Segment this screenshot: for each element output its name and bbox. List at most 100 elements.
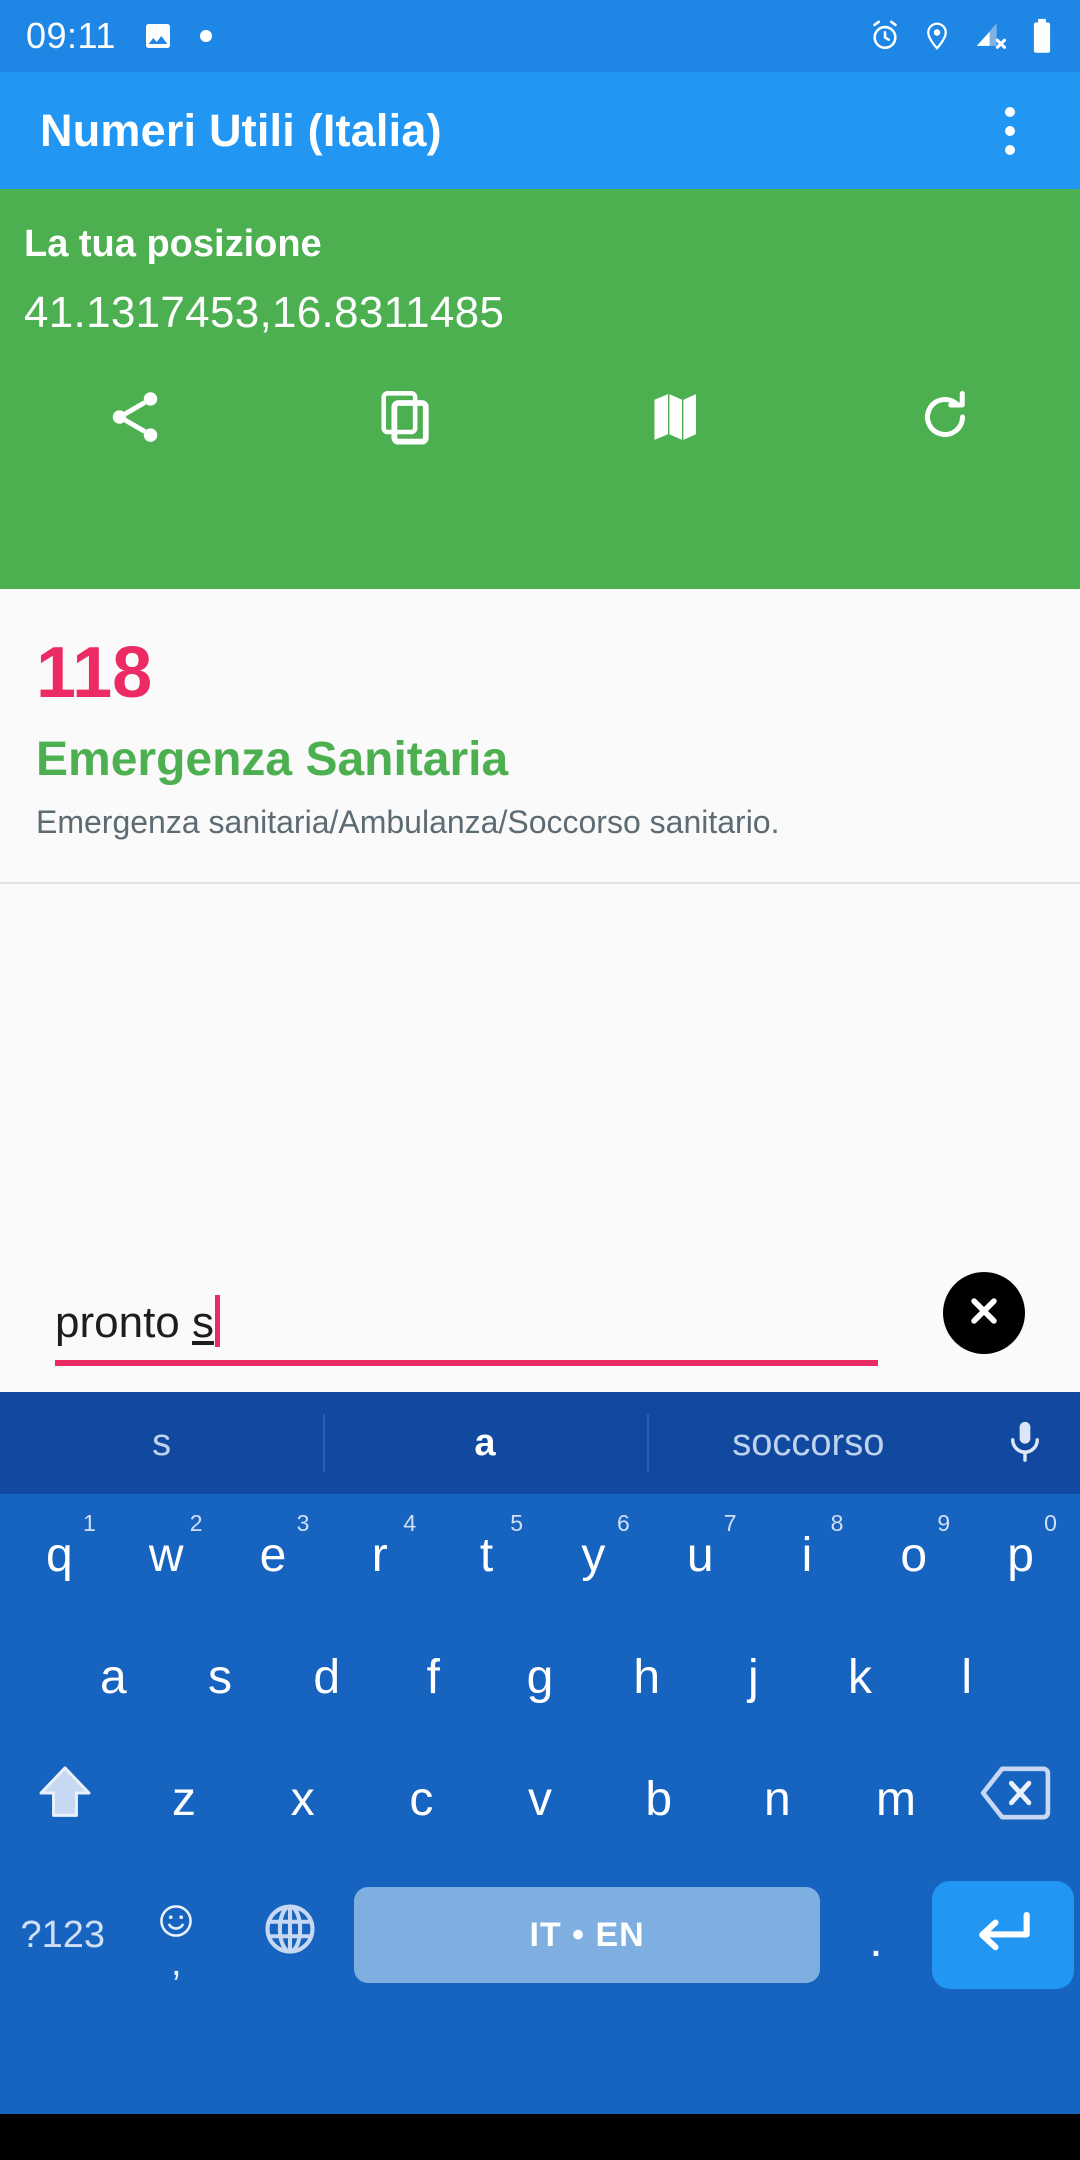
key-label-w: w [148, 1528, 184, 1582]
battery-full-icon [1030, 18, 1054, 54]
key-label-e: e [259, 1528, 287, 1582]
search-input[interactable]: pronto s [55, 1274, 878, 1366]
key-q[interactable]: 1q [6, 1494, 113, 1616]
key-e[interactable]: 3e [220, 1494, 327, 1616]
phone-screen: 09:11 Numeri Utili (Italia) La tua posiz… [0, 0, 1080, 2160]
key-hint-i: 8 [830, 1510, 844, 1536]
shift-icon [33, 1760, 97, 1838]
key-hint-u: 7 [723, 1510, 737, 1536]
backspace-key[interactable] [955, 1738, 1074, 1860]
key-label-i: i [801, 1528, 813, 1582]
key-y[interactable]: 6y [540, 1494, 647, 1616]
app-bar: Numeri Utili (Italia) [0, 72, 1080, 189]
emergency-number-card[interactable]: 118 Emergenza Sanitaria Emergenza sanita… [0, 589, 1080, 884]
key-hint-p: 0 [1044, 1510, 1057, 1536]
spacebar-key[interactable]: IT • EN [354, 1887, 820, 1983]
page-title: Numeri Utili (Italia) [40, 104, 442, 156]
copy-icon [376, 386, 434, 453]
suggestion-1[interactable]: a [323, 1392, 646, 1494]
comma-label: , [170, 1942, 182, 1984]
emergency-description: Emergenza sanitaria/Ambulanza/Soccorso s… [36, 804, 780, 841]
key-l[interactable]: l [913, 1616, 1020, 1738]
emoji-comma-key[interactable]: , [119, 1874, 232, 1996]
key-hint-t: 5 [510, 1510, 523, 1536]
period-key[interactable]: . [828, 1903, 924, 1968]
suggestion-bar: s a soccorso [0, 1392, 1080, 1494]
close-icon [962, 1289, 1006, 1338]
key-v[interactable]: v [481, 1738, 600, 1860]
suggestion-2[interactable]: soccorso [646, 1392, 970, 1494]
signal-no-sim-icon [972, 19, 1010, 53]
location-card-title: La tua posizione [24, 223, 322, 265]
key-t[interactable]: 5t [433, 1494, 540, 1616]
location-icon [922, 19, 952, 53]
copy-button[interactable] [270, 349, 540, 489]
key-hint-o: 9 [937, 1510, 951, 1536]
search-composing-text: s [191, 1298, 214, 1347]
share-icon [104, 386, 166, 453]
key-label-r: r [371, 1528, 388, 1582]
search-underline [55, 1360, 878, 1366]
symbols-key[interactable]: ?123 [6, 1874, 119, 1996]
keyboard-row-1: 1q 2w 3e 4r 5t 6y 7u 8i 9o 0p [0, 1494, 1080, 1616]
key-w[interactable]: 2w [113, 1494, 220, 1616]
key-p[interactable]: 0p [967, 1494, 1074, 1616]
key-hint-w: 2 [189, 1510, 203, 1536]
overflow-menu-icon[interactable] [980, 91, 1040, 171]
on-screen-keyboard: s a soccorso 1q 2w 3e 4r 5t 6y 7u 8i 9 o… [0, 1392, 1080, 2114]
image-icon [142, 20, 174, 52]
key-g[interactable]: g [487, 1616, 594, 1738]
enter-icon [972, 1907, 1034, 1964]
refresh-button[interactable] [810, 349, 1080, 489]
language-switch-key[interactable] [233, 1874, 346, 1996]
language-globe-icon [261, 1900, 319, 1970]
enter-key[interactable] [932, 1881, 1075, 1989]
key-i[interactable]: 8i [754, 1494, 861, 1616]
keyboard-row-3: z x c v b n m [0, 1738, 1080, 1860]
key-r[interactable]: 4r [326, 1494, 433, 1616]
emergency-service-name: Emergenza Sanitaria [36, 733, 509, 786]
backspace-icon [979, 1763, 1051, 1835]
keyboard-row-4: ?123 , IT • EN . [0, 1860, 1080, 2010]
search-input-text: pronto s [55, 1295, 220, 1348]
key-label-u: u [686, 1528, 714, 1582]
clear-search-button[interactable] [943, 1272, 1025, 1354]
dot-indicator [199, 30, 212, 42]
key-m[interactable]: m [837, 1738, 956, 1860]
key-z[interactable]: z [125, 1738, 244, 1860]
key-hint-y: 6 [616, 1510, 630, 1536]
location-card: La tua posizione 41.1317453,16.8311485 [0, 189, 1080, 589]
map-button[interactable] [540, 349, 810, 489]
shift-key[interactable] [6, 1738, 125, 1860]
key-hint-q: 1 [83, 1510, 96, 1536]
key-label-o: o [900, 1528, 928, 1582]
suggestion-0[interactable]: s [0, 1392, 323, 1494]
keyboard-row-2: a s d f g h j k l [0, 1616, 1080, 1738]
key-n[interactable]: n [718, 1738, 837, 1860]
key-u[interactable]: 7u [647, 1494, 754, 1616]
key-h[interactable]: h [593, 1616, 700, 1738]
key-d[interactable]: d [273, 1616, 380, 1738]
search-container: pronto s [0, 1252, 1080, 1392]
map-icon [647, 386, 703, 453]
key-k[interactable]: k [807, 1616, 914, 1738]
key-label-q: q [46, 1528, 73, 1582]
status-bar-clock: 09:11 [26, 15, 116, 56]
key-a[interactable]: a [60, 1616, 167, 1738]
refresh-icon [915, 386, 975, 453]
status-bar-notifications [142, 20, 212, 52]
text-caret [214, 1295, 220, 1347]
status-bar-system-icons [868, 18, 1054, 54]
key-f[interactable]: f [380, 1616, 487, 1738]
share-button[interactable] [0, 349, 270, 489]
key-b[interactable]: b [599, 1738, 718, 1860]
key-j[interactable]: j [700, 1616, 807, 1738]
key-o[interactable]: 9o [860, 1494, 967, 1616]
key-s[interactable]: s [167, 1616, 274, 1738]
microphone-icon [1002, 1415, 1048, 1472]
key-label-y: y [581, 1528, 606, 1582]
key-c[interactable]: c [362, 1738, 481, 1860]
key-hint-r: 4 [403, 1510, 417, 1536]
voice-input-button[interactable] [970, 1415, 1080, 1472]
key-x[interactable]: x [243, 1738, 362, 1860]
